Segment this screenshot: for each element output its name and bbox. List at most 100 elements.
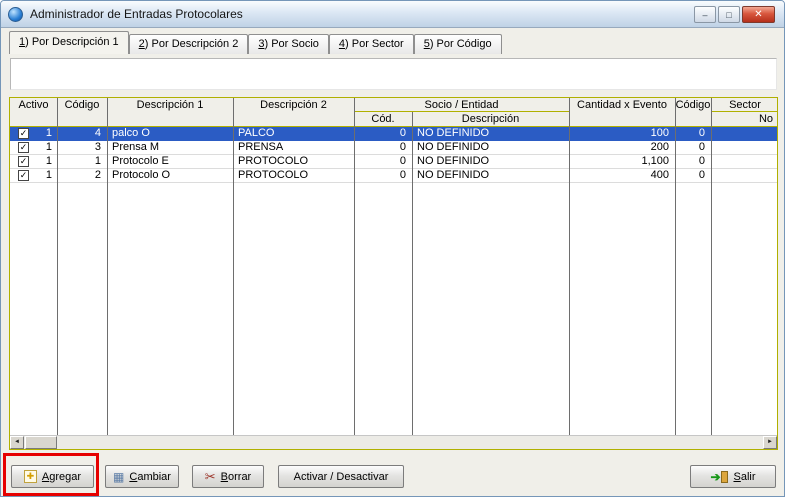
- active-checkbox[interactable]: ✓: [18, 170, 29, 181]
- scroll-left-button[interactable]: ◄: [10, 436, 24, 449]
- app-icon: [8, 7, 23, 22]
- table-row[interactable]: ✓13Prensa MPRENSA0NO DEFINIDO2000: [10, 141, 777, 155]
- horizontal-scrollbar[interactable]: ◄ ►: [10, 435, 777, 449]
- cell-desc1: palco O: [107, 127, 233, 140]
- cell-activo: ✓1: [10, 141, 57, 154]
- minimize-icon: –: [702, 10, 707, 20]
- cell-codigo: 1: [57, 155, 107, 168]
- cell-codigo2: 0: [675, 169, 711, 182]
- grid-column-divider: [354, 98, 355, 435]
- minimize-button[interactable]: –: [694, 6, 716, 23]
- col-header-codigo: Código: [57, 98, 107, 112]
- tab-por-sector[interactable]: 4) Por Sector: [329, 34, 414, 54]
- titlebar: Administrador de Entradas Protocolares –…: [1, 1, 784, 28]
- scissors-icon: ✂: [205, 470, 216, 483]
- cell-socio_desc: NO DEFINIDO: [412, 141, 569, 154]
- close-icon: ✕: [754, 9, 762, 20]
- cell-codigo2: 0: [675, 127, 711, 140]
- cambiar-button[interactable]: ▦ Cambiar: [105, 465, 179, 488]
- data-grid: Activo Código Descripción 1 Descripción …: [9, 97, 778, 450]
- tab-por-descripcion-2[interactable]: 2) Por Descripción 2: [129, 34, 249, 54]
- grid-column-divider: [711, 98, 712, 435]
- col-header-sector: Sector: [711, 98, 778, 112]
- grid-header-row-2: Cód. Descripción No: [10, 112, 777, 126]
- cell-sector: [711, 169, 777, 182]
- cell-codigo: 3: [57, 141, 107, 154]
- exit-arrow-icon: ➔: [710, 470, 720, 484]
- cell-socio_desc: NO DEFINIDO: [412, 127, 569, 140]
- tab-por-socio[interactable]: 3) Por Socio: [248, 34, 329, 54]
- cell-sector: [711, 141, 777, 154]
- col-header-socio-entidad: Socio / Entidad: [354, 98, 569, 112]
- close-button[interactable]: ✕: [742, 6, 775, 23]
- active-checkbox[interactable]: ✓: [18, 142, 29, 153]
- cell-codigo: 4: [57, 127, 107, 140]
- table-row[interactable]: ✓14palco OPALCO0NO DEFINIDO1000: [10, 127, 777, 141]
- maximize-icon: □: [726, 10, 731, 20]
- grid-column-divider: [233, 98, 234, 435]
- table-row[interactable]: ✓12Protocolo OPROTOCOLO0NO DEFINIDO4000: [10, 169, 777, 183]
- cell-socio_cod: 0: [354, 127, 412, 140]
- active-value: 1: [46, 127, 52, 140]
- dialog-window: Administrador de Entradas Protocolares –…: [0, 0, 785, 497]
- cell-cantidad: 400: [569, 169, 675, 182]
- scroll-right-button[interactable]: ►: [763, 436, 777, 449]
- table-row[interactable]: ✓11Protocolo EPROTOCOLO0NO DEFINIDO1,100…: [10, 155, 777, 169]
- salir-button[interactable]: ➔ Salir: [690, 465, 776, 488]
- add-icon: ✚: [24, 470, 37, 483]
- cell-socio_cod: 0: [354, 169, 412, 182]
- cell-desc1: Protocolo E: [107, 155, 233, 168]
- grid-column-divider: [57, 98, 58, 435]
- col-header-blank: [107, 112, 233, 126]
- cell-sector: [711, 127, 777, 140]
- col-header-socio-cod: Cód.: [354, 112, 412, 126]
- active-value: 1: [46, 155, 52, 168]
- cell-desc2: PALCO: [233, 127, 354, 140]
- cell-desc2: PROTOCOLO: [233, 169, 354, 182]
- grid-column-divider: [412, 112, 413, 435]
- grid-header-row-1: Activo Código Descripción 1 Descripción …: [10, 98, 777, 112]
- cell-codigo2: 0: [675, 141, 711, 154]
- door-icon: [721, 471, 728, 483]
- grid-body: ✓14palco OPALCO0NO DEFINIDO1000✓13Prensa…: [10, 127, 777, 435]
- active-checkbox[interactable]: ✓: [18, 128, 29, 139]
- window-controls: – □ ✕: [694, 6, 775, 23]
- tab-strip: 1) Por Descripción 1 2) Por Descripción …: [9, 32, 502, 54]
- col-header-blank: [233, 112, 354, 126]
- cell-desc2: PROTOCOLO: [233, 155, 354, 168]
- active-checkbox[interactable]: ✓: [18, 156, 29, 167]
- maximize-button[interactable]: □: [718, 6, 740, 23]
- agregar-button[interactable]: ✚ Agregar: [11, 465, 94, 488]
- cell-sector: [711, 155, 777, 168]
- exit-icon: ➔: [710, 470, 728, 484]
- cell-activo: ✓1: [10, 127, 57, 140]
- borrar-button[interactable]: ✂ Borrar: [192, 465, 264, 488]
- cell-activo: ✓1: [10, 155, 57, 168]
- cell-codigo2: 0: [675, 155, 711, 168]
- col-header-descripcion-2: Descripción 2: [233, 98, 354, 112]
- col-header-blank: [569, 112, 675, 126]
- col-header-blank: [10, 112, 57, 126]
- col-header-codigo-2: Código: [675, 98, 711, 112]
- cell-desc1: Prensa M: [107, 141, 233, 154]
- cell-desc1: Protocolo O: [107, 169, 233, 182]
- cell-socio_desc: NO DEFINIDO: [412, 155, 569, 168]
- col-header-blank: [57, 112, 107, 126]
- col-header-blank: [675, 112, 711, 126]
- col-header-socio-descripcion: Descripción: [412, 112, 569, 126]
- cell-desc2: PRENSA: [233, 141, 354, 154]
- col-header-descripcion-1: Descripción 1: [107, 98, 233, 112]
- grid-header: Activo Código Descripción 1 Descripción …: [10, 98, 777, 127]
- cell-cantidad: 1,100: [569, 155, 675, 168]
- col-header-cantidad: Cantidad x Evento: [569, 98, 675, 112]
- grid-column-divider: [675, 98, 676, 435]
- activar-desactivar-button[interactable]: Activar / Desactivar: [278, 465, 404, 488]
- tab-por-codigo[interactable]: 5) Por Código: [414, 34, 502, 54]
- filter-input[interactable]: [10, 58, 777, 90]
- cell-cantidad: 100: [569, 127, 675, 140]
- col-header-activo: Activo: [10, 98, 57, 112]
- cell-socio_desc: NO DEFINIDO: [412, 169, 569, 182]
- tab-por-descripcion-1[interactable]: 1) Por Descripción 1: [9, 31, 129, 54]
- window-title: Administrador de Entradas Protocolares: [30, 7, 243, 21]
- scroll-thumb[interactable]: [25, 436, 57, 449]
